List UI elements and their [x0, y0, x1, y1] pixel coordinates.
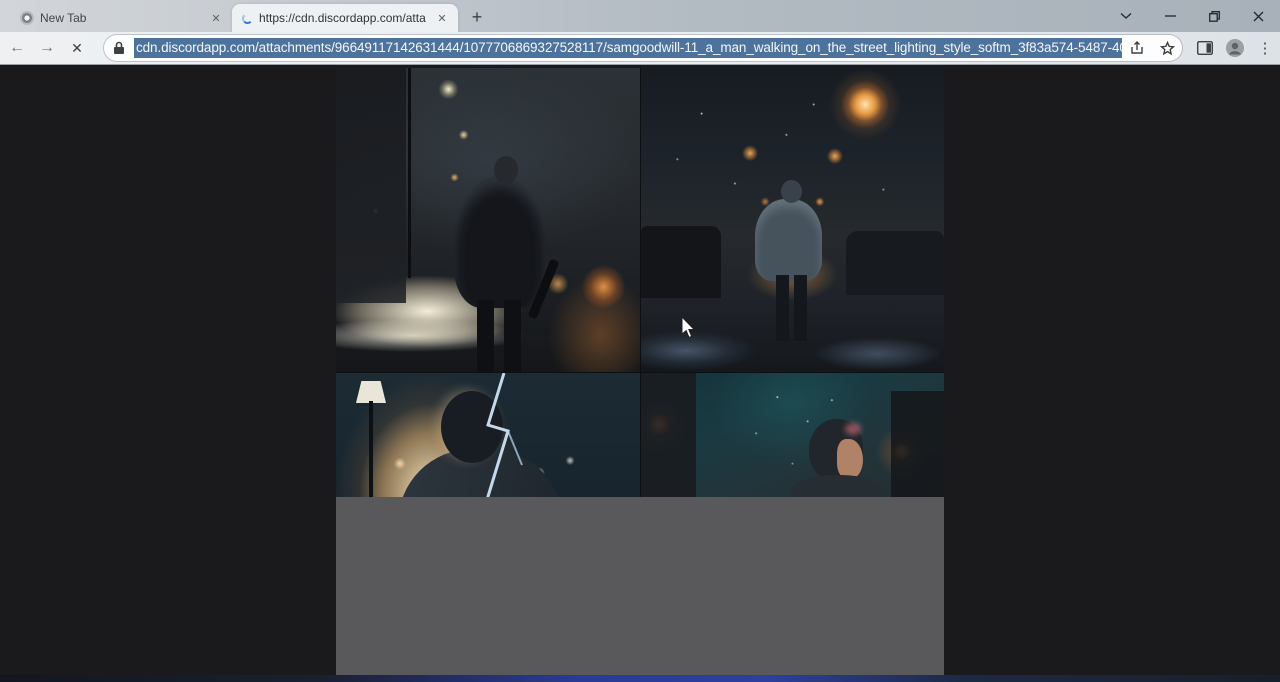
- generated-image-grid[interactable]: [336, 68, 944, 675]
- man-leg: [794, 275, 807, 341]
- hoodie-man-torso: [755, 199, 822, 281]
- parked-car: [846, 231, 944, 295]
- window-controls: [1104, 0, 1280, 32]
- close-window-button[interactable]: [1236, 1, 1280, 31]
- tab-discord-cdn[interactable]: https://cdn.discordapp.com/atta ✕: [232, 4, 458, 32]
- share-icon[interactable]: [1122, 41, 1152, 55]
- tab-search-chevron-icon[interactable]: [1104, 1, 1148, 31]
- man-leg: [776, 275, 789, 341]
- toolbar-right-icons: ⋮: [1190, 33, 1280, 63]
- chrome-icon: [20, 11, 34, 25]
- mouse-cursor: [681, 316, 697, 340]
- building-silhouette: [336, 68, 406, 303]
- image-loading-placeholder: [336, 497, 944, 675]
- parked-car: [641, 226, 721, 298]
- restore-button[interactable]: [1192, 1, 1236, 31]
- tab-title: https://cdn.discordapp.com/atta: [259, 11, 428, 25]
- stop-loading-button[interactable]: ✕: [64, 34, 90, 62]
- side-panel-icon[interactable]: [1190, 33, 1220, 63]
- back-button[interactable]: ←: [4, 34, 30, 62]
- hair-highlight: [845, 423, 861, 435]
- browser-toolbar: ← → ✕ cdn.discordapp.com/attachments/966…: [0, 32, 1280, 65]
- lock-icon[interactable]: [104, 41, 134, 55]
- new-tab-button[interactable]: +: [464, 4, 490, 30]
- close-tab-icon[interactable]: ✕: [434, 10, 450, 26]
- man-leg: [504, 300, 521, 372]
- forward-button[interactable]: →: [34, 34, 60, 62]
- utility-pole: [408, 68, 411, 278]
- tab-strip: New Tab ✕ https://cdn.discordapp.com/att…: [0, 0, 1280, 32]
- loading-spinner-icon: [242, 13, 253, 24]
- close-tab-icon[interactable]: ✕: [208, 10, 224, 26]
- taskbar-edge: [0, 675, 1280, 682]
- man-head: [781, 180, 802, 203]
- man-leg: [477, 300, 494, 372]
- walking-man-silhouette: [454, 176, 546, 308]
- url-input[interactable]: cdn.discordapp.com/attachments/966491171…: [134, 38, 1122, 58]
- minimize-button[interactable]: [1148, 1, 1192, 31]
- browser-window: New Tab ✕ https://cdn.discordapp.com/att…: [0, 0, 1280, 682]
- page-content: [0, 66, 1280, 675]
- image-quadrant-rainy-street: [336, 68, 640, 372]
- man-face-profile: [837, 439, 863, 479]
- man-head: [494, 156, 518, 184]
- browser-menu-icon[interactable]: ⋮: [1250, 33, 1280, 63]
- address-bar[interactable]: cdn.discordapp.com/attachments/966491171…: [104, 35, 1182, 61]
- bookmark-star-icon[interactable]: [1152, 41, 1182, 56]
- profile-avatar[interactable]: [1220, 33, 1250, 63]
- tab-title: New Tab: [40, 11, 202, 25]
- tab-new-tab[interactable]: New Tab ✕: [10, 4, 232, 32]
